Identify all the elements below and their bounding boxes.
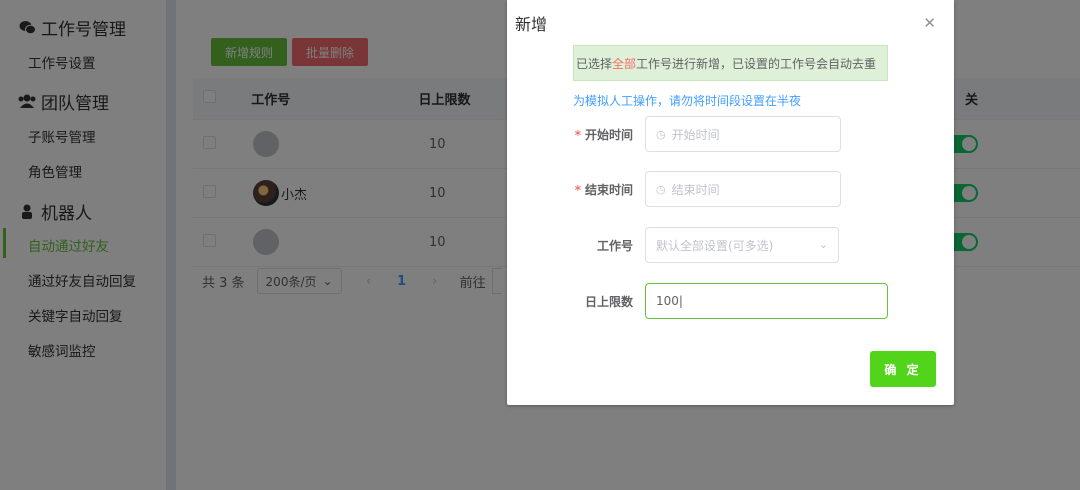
daily-limit-value: 100 (656, 294, 679, 308)
notice-highlight: 全部 (612, 56, 637, 71)
clock-icon: ◷ (656, 127, 666, 141)
start-time-placeholder: 开始时间 (671, 127, 720, 142)
start-time-picker[interactable]: ◷ 开始时间 (645, 116, 841, 152)
account-select[interactable]: 默认全部设置(可多选) ⌄ (645, 227, 839, 263)
start-time-label-text: 开始时间 (584, 128, 633, 142)
end-time-label-text: 结束时间 (584, 183, 633, 197)
daily-limit-label: 日上限数 (584, 295, 633, 309)
account-select-placeholder: 默认全部设置(可多选) (656, 238, 774, 253)
daily-limit-input[interactable]: 100 | (645, 283, 888, 319)
notice-prefix: 已选择 (576, 56, 613, 71)
chevron-down-icon: ⌄ (818, 238, 828, 251)
end-time-placeholder: 结束时间 (671, 182, 720, 197)
account-label: 工作号 (596, 239, 633, 253)
required-mark: * (574, 183, 581, 197)
clock-icon: ◷ (656, 182, 666, 196)
timing-hint: 为模拟人工操作，请勿将时间段设置在半夜 (573, 94, 802, 108)
end-time-label: * 结束时间 (507, 181, 633, 198)
required-mark: * (574, 128, 581, 142)
start-time-label: * 开始时间 (507, 126, 633, 143)
selection-notice: 已选择 全部 工作号进行新增，已设置的工作号会自动去重 (573, 45, 888, 81)
end-time-picker[interactable]: ◷ 结束时间 (645, 171, 841, 207)
confirm-button[interactable]: 确 定 (870, 351, 936, 387)
dialog-title: 新增 (515, 15, 548, 34)
add-dialog: 新增 ✕ 已选择 全部 工作号进行新增，已设置的工作号会自动去重 为模拟人工操作，请… (507, 0, 954, 405)
close-icon[interactable]: ✕ (923, 16, 936, 31)
notice-suffix: 工作号进行新增，已设置的工作号会自动去重 (636, 56, 877, 71)
